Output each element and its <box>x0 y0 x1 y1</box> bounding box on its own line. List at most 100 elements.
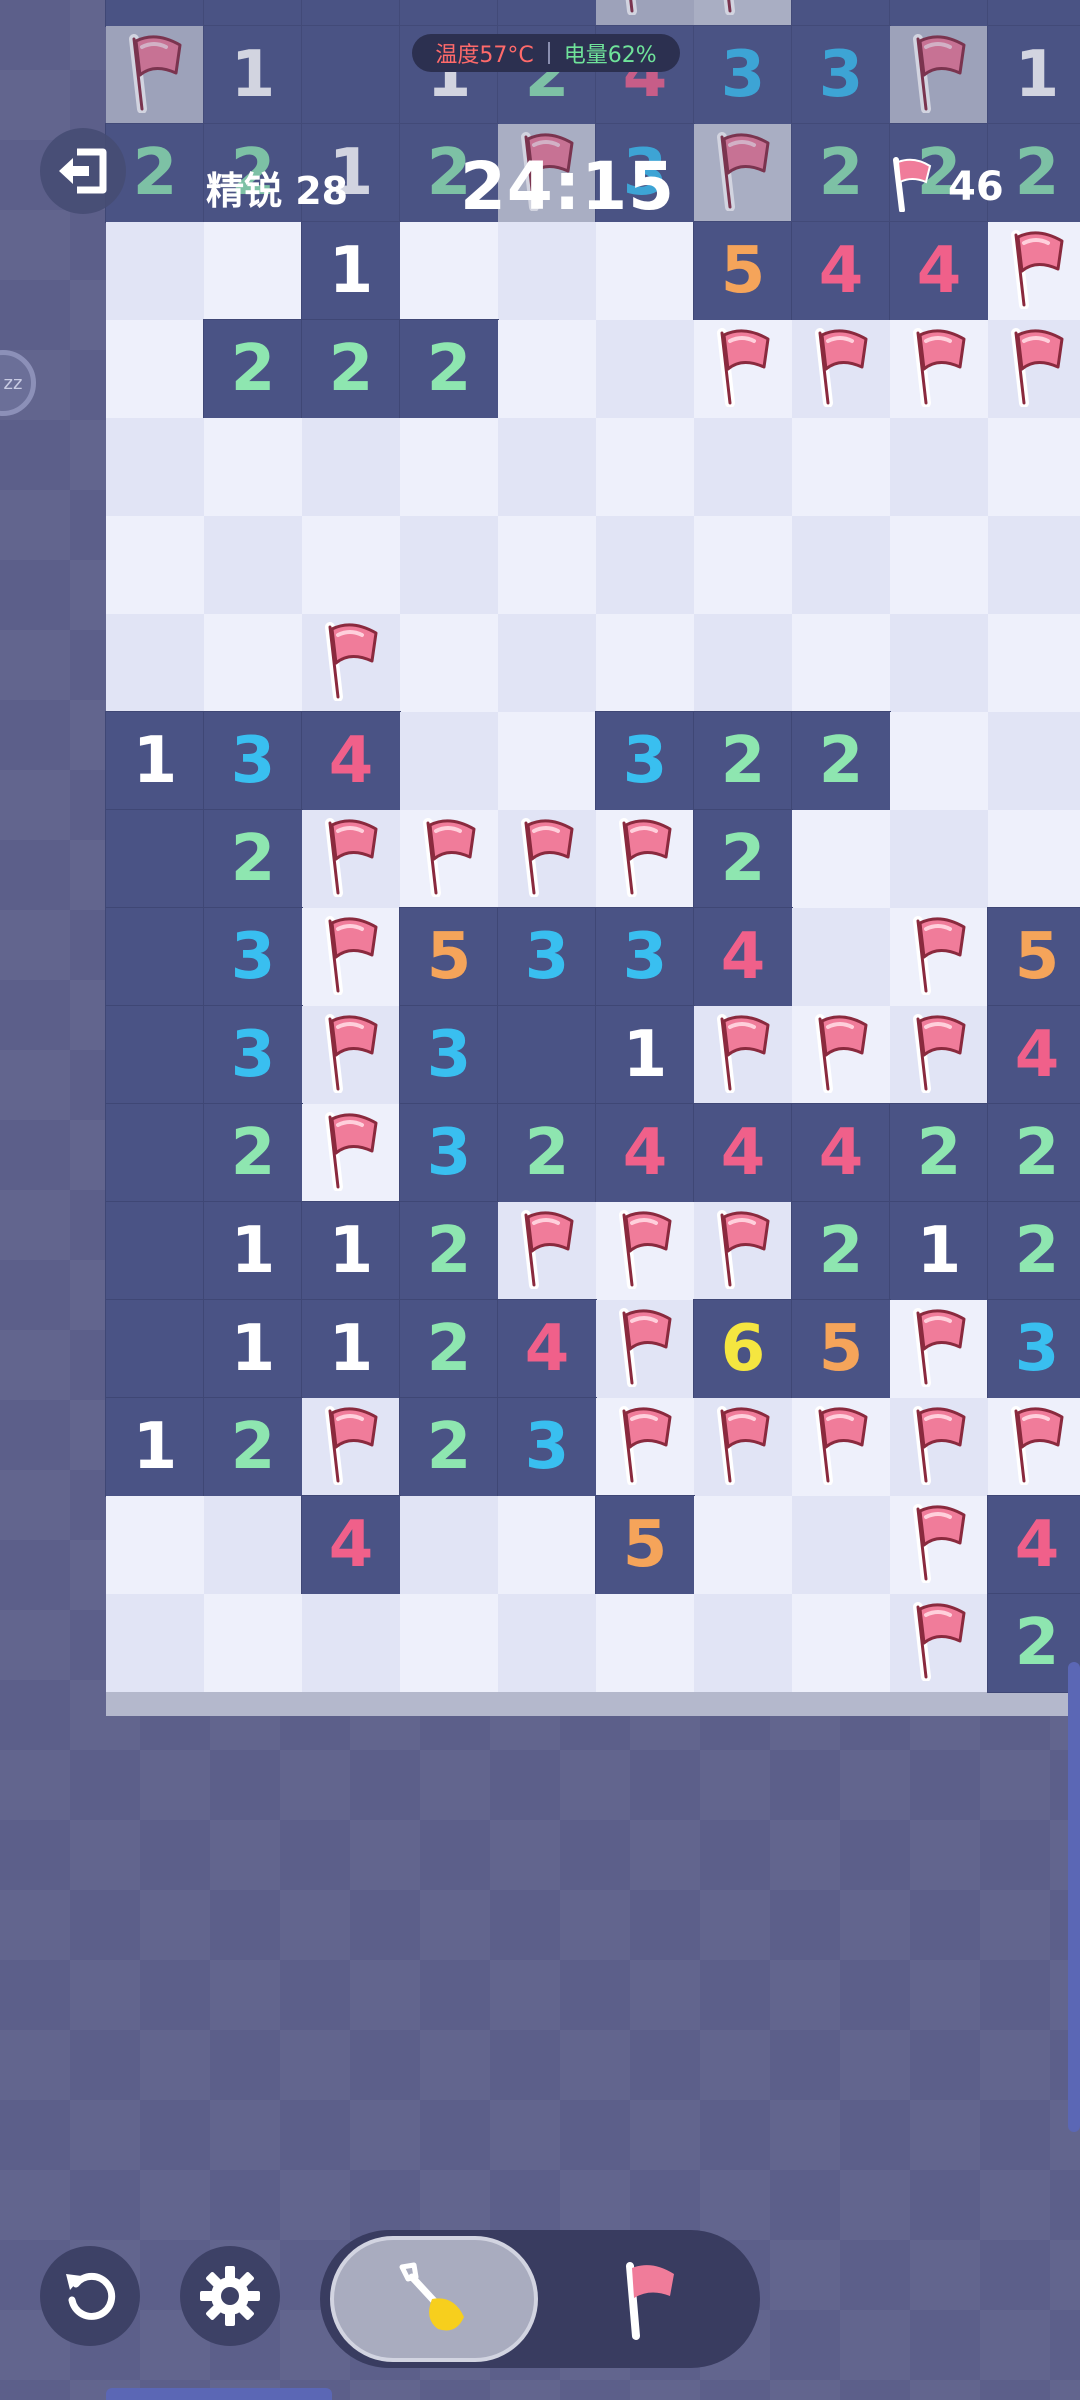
number-cell[interactable]: 1 <box>889 1201 989 1301</box>
flagged-cell[interactable] <box>302 1398 400 1496</box>
flagged-cell[interactable] <box>890 1496 988 1594</box>
closed-cell[interactable] <box>792 614 890 712</box>
flagged-cell[interactable] <box>694 320 792 418</box>
closed-cell[interactable] <box>890 810 988 908</box>
flagged-cell[interactable] <box>694 1006 792 1104</box>
closed-cell[interactable] <box>792 1496 890 1594</box>
closed-cell[interactable] <box>400 516 498 614</box>
number-cell[interactable]: 1 <box>595 1005 695 1105</box>
flagged-cell[interactable] <box>792 1398 890 1496</box>
flagged-cell[interactable] <box>596 1300 694 1398</box>
closed-cell[interactable] <box>890 418 988 516</box>
number-cell[interactable]: 1 <box>301 1299 401 1399</box>
number-cell[interactable]: 1 <box>301 221 401 321</box>
flagged-cell[interactable] <box>890 1398 988 1496</box>
number-cell[interactable]: 2 <box>399 319 499 419</box>
closed-cell[interactable] <box>302 516 400 614</box>
number-cell[interactable]: 5 <box>693 221 793 321</box>
revealed-empty-cell[interactable] <box>105 809 205 909</box>
closed-cell[interactable] <box>596 418 694 516</box>
closed-cell[interactable] <box>498 1496 596 1594</box>
flagged-cell[interactable] <box>498 810 596 908</box>
closed-cell[interactable] <box>694 418 792 516</box>
closed-cell[interactable] <box>204 418 302 516</box>
number-cell[interactable]: 2 <box>791 711 891 811</box>
revealed-empty-cell[interactable] <box>497 1005 597 1105</box>
revealed-empty-cell[interactable] <box>301 25 401 125</box>
closed-cell[interactable] <box>792 418 890 516</box>
number-cell[interactable]: 2 <box>203 319 303 419</box>
number-cell[interactable]: 2 <box>693 809 793 909</box>
closed-cell[interactable] <box>400 1594 498 1692</box>
number-cell[interactable]: 3 <box>693 25 793 125</box>
number-cell[interactable]: 4 <box>987 1005 1080 1105</box>
closed-cell[interactable] <box>498 614 596 712</box>
number-cell[interactable]: 3 <box>595 711 695 811</box>
closed-cell[interactable] <box>890 516 988 614</box>
flagged-cell[interactable] <box>302 908 400 1006</box>
flagged-cell[interactable] <box>890 908 988 1006</box>
closed-cell[interactable] <box>400 418 498 516</box>
number-cell[interactable]: 1 <box>105 1397 205 1497</box>
closed-cell[interactable] <box>106 320 204 418</box>
closed-cell[interactable] <box>498 516 596 614</box>
number-cell[interactable]: 5 <box>595 1495 695 1595</box>
number-cell[interactable]: 3 <box>889 0 989 27</box>
number-cell[interactable]: 1 <box>399 0 499 27</box>
revealed-empty-cell[interactable] <box>105 1299 205 1399</box>
closed-cell[interactable] <box>204 1594 302 1692</box>
flagged-cell[interactable] <box>694 0 792 26</box>
undo-button[interactable] <box>40 2246 140 2346</box>
number-cell[interactable]: 1 <box>497 0 597 27</box>
number-cell[interactable]: 2 <box>791 1201 891 1301</box>
number-cell[interactable]: 1 <box>203 25 303 125</box>
closed-cell[interactable] <box>596 1594 694 1692</box>
number-cell[interactable]: 1 <box>105 711 205 811</box>
closed-cell[interactable] <box>302 1594 400 1692</box>
number-cell[interactable]: 3 <box>595 907 695 1007</box>
flagged-cell[interactable] <box>792 320 890 418</box>
closed-cell[interactable] <box>400 1496 498 1594</box>
closed-cell[interactable] <box>498 1594 596 1692</box>
minesweeper-board[interactable]: 2321133311243312212322215442221343222235… <box>105 0 1080 1693</box>
number-cell[interactable]: 4 <box>889 221 989 321</box>
flagged-cell[interactable] <box>596 1398 694 1496</box>
number-cell[interactable]: 1 <box>203 1201 303 1301</box>
number-cell[interactable]: 1 <box>203 1299 303 1399</box>
flagged-cell[interactable] <box>792 1006 890 1104</box>
closed-cell[interactable] <box>596 614 694 712</box>
number-cell[interactable]: 4 <box>987 1495 1080 1595</box>
number-cell[interactable]: 5 <box>399 907 499 1007</box>
flagged-cell[interactable] <box>988 320 1080 418</box>
number-cell[interactable]: 2 <box>889 1103 989 1203</box>
closed-cell[interactable] <box>498 320 596 418</box>
flagged-cell[interactable] <box>890 1006 988 1104</box>
closed-cell[interactable] <box>106 516 204 614</box>
number-cell[interactable]: 5 <box>987 907 1080 1007</box>
flagged-cell[interactable] <box>694 1398 792 1496</box>
number-cell[interactable]: 5 <box>791 1299 891 1399</box>
number-cell[interactable]: 2 <box>399 1299 499 1399</box>
number-cell[interactable]: 3 <box>203 907 303 1007</box>
closed-cell[interactable] <box>204 516 302 614</box>
flagged-cell[interactable] <box>890 1594 988 1692</box>
number-cell[interactable]: 4 <box>693 907 793 1007</box>
closed-cell[interactable] <box>988 418 1080 516</box>
flagged-cell[interactable] <box>596 810 694 908</box>
number-cell[interactable]: 3 <box>399 1005 499 1105</box>
closed-cell[interactable] <box>400 222 498 320</box>
number-cell[interactable]: 6 <box>693 1299 793 1399</box>
number-cell[interactable]: 2 <box>301 0 401 27</box>
closed-cell[interactable] <box>596 320 694 418</box>
closed-cell[interactable] <box>792 1594 890 1692</box>
flagged-cell[interactable] <box>988 1398 1080 1496</box>
number-cell[interactable]: 2 <box>399 1201 499 1301</box>
closed-cell[interactable] <box>498 712 596 810</box>
exit-button[interactable] <box>40 128 126 214</box>
number-cell[interactable]: 3 <box>791 25 891 125</box>
closed-cell[interactable] <box>400 712 498 810</box>
revealed-empty-cell[interactable] <box>105 907 205 1007</box>
closed-cell[interactable] <box>596 222 694 320</box>
scrollbar[interactable] <box>1068 1662 1080 2132</box>
closed-cell[interactable] <box>204 222 302 320</box>
